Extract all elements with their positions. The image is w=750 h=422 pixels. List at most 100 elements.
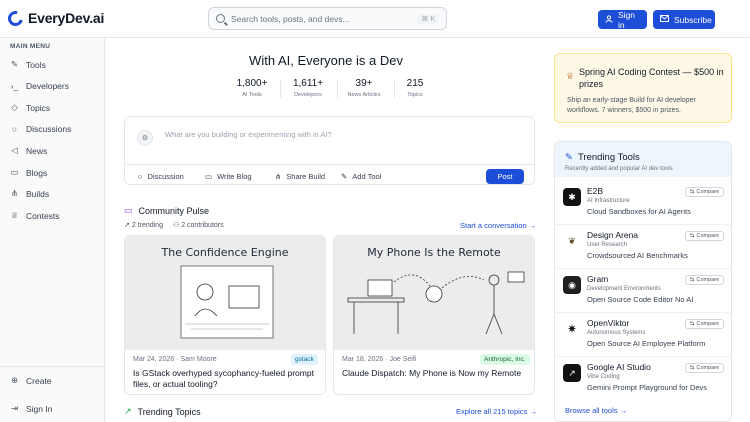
stat-topics: 215 Topics [398,78,432,98]
tool-item[interactable]: ❦ Design Arena User Research Crowdsource… [555,228,731,271]
compare-button[interactable]: ⇆ Compare [685,275,724,285]
sidebar-item-tools[interactable]: ✎ Tools [10,59,46,70]
action-label: Discussion [147,172,184,181]
sign-in-label: Sign in [618,9,636,30]
sidebar-sign-in[interactable]: ⇥ Sign In [10,403,53,414]
book-icon: ▭ [205,172,213,181]
compare-button[interactable]: ⇆ Compare [685,363,724,373]
sidebar-item-news[interactable]: ◁ News [10,145,47,156]
create-button[interactable]: ⊕ Create [10,375,52,386]
login-icon: ⇥ [10,403,19,413]
compare-label: Compare [696,189,720,195]
card-tag[interactable]: Anthropic, Inc. [480,354,530,365]
compare-label: Compare [696,321,720,327]
menu-title: MAIN MENU [10,43,51,50]
discussion-button[interactable]: ○ Discussion [138,172,184,181]
compare-button[interactable]: ⇆ Compare [685,319,724,329]
stat-ai-tools: 1,800+ AI Tools [230,78,274,98]
contest-banner[interactable]: ♕ Spring AI Coding Contest — $500 in pri… [554,53,732,123]
stat-news: 39+ News Articles [340,78,388,98]
tool-category: Autonomous Systems [587,330,646,336]
browse-tools-link[interactable]: Browse all tools → [565,406,627,415]
logo[interactable]: EveryDev.ai [5,7,104,29]
compare-icon: ⇆ [689,321,695,327]
mail-icon [660,15,669,24]
compare-button[interactable]: ⇆ Compare [685,231,724,241]
sidebar-item-discussions[interactable]: ○ Discussions [10,124,71,134]
start-conversation-link[interactable]: Start a conversation → [460,221,536,230]
action-label: Write Blog [217,172,252,181]
trending-tools-header: ✎ Trending Tools Recently added and popu… [555,142,731,177]
tool-description: Open Source AI Employee Platform [587,339,706,348]
sketch-illustration [180,265,274,339]
tool-item[interactable]: ◉ Gram Development Environments Open Sou… [555,272,731,315]
tool-divider [555,268,731,269]
tool-name: OpenViktor [587,318,630,328]
contest-text: Ship an early-stage Build for AI develop… [567,97,696,114]
stat-label: Topics [407,92,423,98]
tool-item[interactable]: ✱ E2B AI Infrastructure Cloud Sandboxes … [555,184,731,227]
sidebar-item-blogs[interactable]: ▭ Blogs [10,167,47,178]
tool-name: E2B [587,186,604,196]
card-date: Mar 18, 2026 [342,356,384,363]
post-button[interactable]: Post [486,169,524,184]
stat-divider [394,80,395,98]
sidebar-item-label: Discussions [26,124,72,134]
subscribe-button[interactable]: Subscribe [653,10,715,29]
tool-item[interactable]: ↗ Google AI Studio Vibe Coding Gemini Pr… [555,360,731,403]
wrench-icon: ✎ [10,59,19,69]
share-build-button[interactable]: ⋔ Share Build [275,172,325,181]
sidebar-divider [0,366,104,367]
card-tag[interactable]: gstack [291,354,318,365]
sidebar-item-builds[interactable]: ⋔ Builds [10,188,49,199]
card-author: Sam Moore [180,356,217,363]
trending-tools-panel: ✎ Trending Tools Recently added and popu… [554,141,732,422]
sidebar-item-contests[interactable]: ♕ Contests [10,210,60,221]
design-arena-logo-icon: ❦ [563,232,581,250]
trending-tools-title: ✎ Trending Tools [565,152,640,163]
compare-button[interactable]: ⇆ Compare [685,187,724,197]
tool-divider [555,312,731,313]
card-title[interactable]: Claude Dispatch: My Phone is Now my Remo… [342,368,530,379]
tool-category: Vibe Coding [587,374,620,380]
compare-icon: ⇆ [689,189,695,195]
stat-value: 1,611+ [292,78,324,89]
community-pulse-header: ▭ Community Pulse [124,205,209,216]
wrench-icon: ✎ [565,152,573,163]
compare-label: Compare [696,277,720,283]
sidebar-item-developers[interactable]: ›_ Developers [10,81,69,91]
sign-in-button[interactable]: Sign in [598,9,647,30]
trophy-icon: ♕ [10,210,19,220]
composer-input[interactable]: What are you building or experimenting w… [165,130,332,139]
sidebar: MAIN MENU ✎ Tools ›_ Developers ◇ Topics… [0,38,105,422]
search-placeholder: Search tools, posts, and devs... [231,13,350,24]
stat-divider [280,80,281,98]
stat-label: News Articles [347,92,381,98]
tool-name: Design Arena [587,230,639,240]
card-meta: Mar 24, 2026 · Sam Moore [133,356,217,363]
write-blog-button[interactable]: ▭ Write Blog [205,172,252,181]
explore-topics-link[interactable]: Explore all 215 topics → [456,407,537,416]
trend-icon: ↗ [124,222,130,229]
sidebar-item-topics[interactable]: ◇ Topics [10,102,50,113]
trending-topics-header: ↗ Trending Topics [124,406,201,417]
add-tool-button[interactable]: ✎ Add Tool [341,172,381,181]
pulse-card[interactable]: The Confidence Engine Mar 24, 2026 · Sam… [124,235,326,395]
action-label: Add Tool [352,172,382,181]
compare-icon: ⇆ [689,365,695,371]
search-input[interactable]: Search tools, posts, and devs... ⌘ K [208,7,447,30]
chat-icon: ○ [11,124,18,134]
sidebar-item-label: Tools [26,59,46,70]
terminal-icon: ›_ [10,81,19,91]
user-icon [605,14,613,25]
card-title[interactable]: Is GStack overhyped sycophancy-fueled pr… [133,368,321,390]
card-meta: Mar 18, 2026 · Joe Seifi [342,356,417,363]
trending-count: ↗ 2 trending [124,221,163,229]
pulse-card[interactable]: My Phone Is the Remote Mar 18, 2026 · Jo… [333,235,535,395]
stat-label: Developers [294,92,322,98]
stat-value: 39+ [355,78,373,89]
trending-tools-title-text: Trending Tools [577,152,640,163]
openviktor-logo-icon: ✷ [563,320,581,338]
tool-item[interactable]: ✷ OpenViktor Autonomous Systems Open Sou… [555,316,731,359]
chat-icon: ○ [138,172,143,181]
